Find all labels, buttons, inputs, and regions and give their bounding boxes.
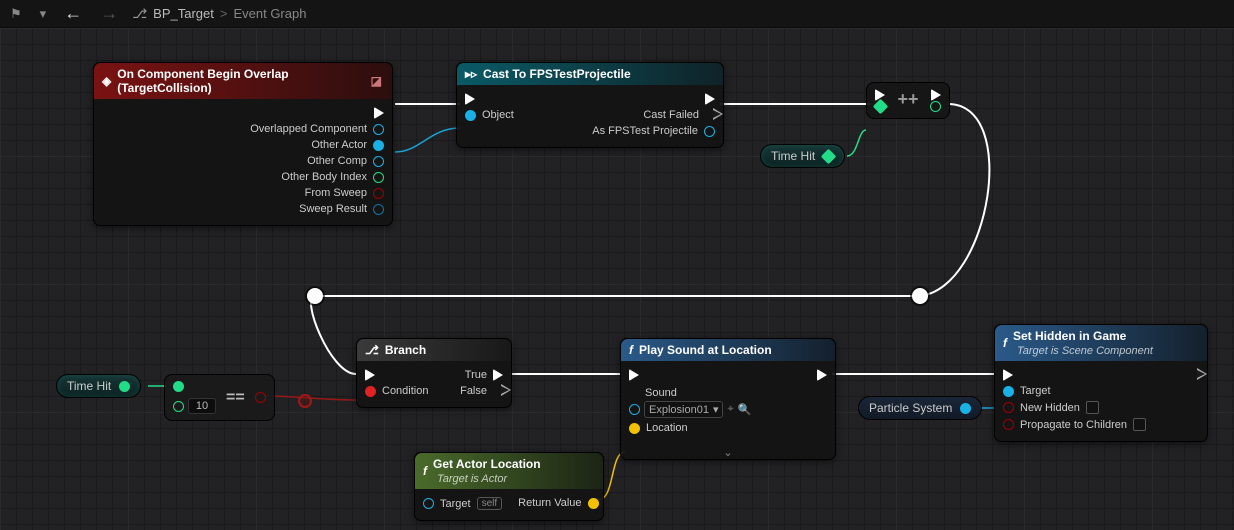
node-header[interactable]: f Set Hidden in Game Target is Scene Com… xyxy=(995,325,1207,361)
pin-int-out[interactable] xyxy=(928,101,943,112)
variable-time-hit-get[interactable]: Time Hit xyxy=(56,374,141,398)
function-icon: f xyxy=(1003,336,1007,350)
node-title: On Component Begin Overlap (TargetCollis… xyxy=(117,67,362,95)
pin-object-in[interactable]: Object xyxy=(457,107,522,123)
function-icon: f xyxy=(423,464,427,478)
node-header[interactable]: f Get Actor Location Target is Actor xyxy=(415,453,603,489)
back-button[interactable]: ← xyxy=(60,1,86,26)
variable-label: Time Hit xyxy=(67,379,111,393)
node-title: Branch xyxy=(385,343,426,357)
node-equals[interactable]: 10 == xyxy=(164,374,275,421)
pin-var-out[interactable] xyxy=(119,381,130,392)
pin-propagate[interactable]: Propagate to Children xyxy=(995,416,1154,433)
node-title: Set Hidden in Game xyxy=(1013,329,1126,343)
blueprint-icon: ⎇ xyxy=(132,6,147,22)
node-get-actor-location[interactable]: f Get Actor Location Target is Actor Tar… xyxy=(414,452,604,521)
pin-sound[interactable]: Sound Explosion01▾ ⌖ 🔍 xyxy=(621,383,759,420)
variable-label: Time Hit xyxy=(771,149,815,163)
pin-exec-out[interactable] xyxy=(1181,367,1207,383)
variable-label: Particle System xyxy=(869,401,952,415)
pin-new-hidden[interactable]: New Hidden xyxy=(995,399,1107,416)
event-icon: ◈ xyxy=(102,74,111,88)
pin-var-out[interactable] xyxy=(960,403,971,414)
pin-return-value[interactable]: Return Value xyxy=(510,495,606,511)
browse-icon[interactable]: ⌖ xyxy=(727,403,733,416)
search-icon[interactable]: 🔍 xyxy=(738,403,752,416)
pin-b[interactable] xyxy=(173,401,184,412)
node-cast[interactable]: ▸▹ Cast To FPSTestProjectile Object Cast… xyxy=(456,62,724,148)
equals-label: == xyxy=(226,389,245,407)
new-hidden-checkbox[interactable] xyxy=(1086,401,1099,414)
node-header[interactable]: ▸▹ Cast To FPSTestProjectile xyxy=(457,63,723,85)
pin-sweep-result[interactable]: Sweep Result xyxy=(291,201,392,217)
reroute-left[interactable] xyxy=(307,288,323,304)
variable-particle-system[interactable]: Particle System xyxy=(858,396,982,420)
breadcrumb-separator: > xyxy=(220,6,228,21)
pin-exec-out[interactable] xyxy=(929,89,943,101)
bookmark-dropdown-icon[interactable]: ▾ xyxy=(36,4,51,24)
pin-exec-out[interactable] xyxy=(809,367,835,383)
forward-button[interactable]: → xyxy=(96,1,122,26)
function-icon: f xyxy=(629,343,633,357)
breadcrumb: ⎇ BP_Target > Event Graph xyxy=(132,6,306,22)
pin-condition[interactable]: Condition xyxy=(357,383,436,399)
variable-time-hit-ref[interactable]: Time Hit xyxy=(760,144,845,168)
breadcrumb-graph[interactable]: Event Graph xyxy=(233,6,306,21)
node-header[interactable]: ◈ On Component Begin Overlap (TargetColl… xyxy=(94,63,392,99)
bookmark-icon[interactable]: ⚑ xyxy=(6,4,26,24)
pin-as-projectile[interactable]: As FPSTest Projectile xyxy=(584,123,723,139)
pin-target[interactable]: Target self xyxy=(415,495,510,512)
pin-exec-in[interactable] xyxy=(457,91,483,107)
pin-a[interactable] xyxy=(173,381,184,392)
node-set-hidden[interactable]: f Set Hidden in Game Target is Scene Com… xyxy=(994,324,1208,442)
node-subtitle: Target is Scene Component xyxy=(1017,345,1153,357)
node-branch[interactable]: ⎇ Branch Condition True False xyxy=(356,338,512,408)
node-header[interactable]: f Play Sound at Location xyxy=(621,339,835,361)
pin-exec-out[interactable] xyxy=(697,91,723,107)
pin-exec-in[interactable] xyxy=(621,367,647,383)
literal-input[interactable]: 10 xyxy=(188,398,216,414)
pin-result[interactable] xyxy=(255,392,266,403)
pin-false[interactable]: False xyxy=(452,383,511,399)
node-header[interactable]: ⎇ Branch xyxy=(357,339,511,361)
node-delegate-icon[interactable]: ◪ xyxy=(369,74,384,88)
pin-location[interactable]: Location xyxy=(621,420,696,436)
increment-label: ++ xyxy=(897,89,918,110)
pin-target[interactable]: Target xyxy=(995,383,1059,399)
cast-icon: ▸▹ xyxy=(465,67,477,81)
condition-reroute[interactable] xyxy=(298,394,312,408)
node-increment[interactable]: ++ xyxy=(866,82,950,119)
node-overlap-event[interactable]: ◈ On Component Begin Overlap (TargetColl… xyxy=(93,62,393,226)
pin-overlapped-component[interactable]: Overlapped Component xyxy=(242,121,392,137)
pin-other-actor[interactable]: Other Actor xyxy=(303,137,392,153)
node-title: Get Actor Location xyxy=(433,457,541,471)
propagate-checkbox[interactable] xyxy=(1133,418,1146,431)
pin-other-comp[interactable]: Other Comp xyxy=(299,153,392,169)
toolbar: ⚑ ▾ ← → ⎇ BP_Target > Event Graph xyxy=(0,0,1234,28)
pin-true[interactable]: True xyxy=(457,367,511,383)
pin-exec-out[interactable] xyxy=(366,105,392,121)
pin-exec-in[interactable] xyxy=(357,367,383,383)
pin-other-body-index[interactable]: Other Body Index xyxy=(273,169,392,185)
node-title: Cast To FPSTestProjectile xyxy=(483,67,631,81)
branch-icon: ⎇ xyxy=(365,343,379,357)
node-title: Play Sound at Location xyxy=(639,343,772,357)
pin-cast-failed[interactable]: Cast Failed xyxy=(635,107,723,123)
breadcrumb-blueprint[interactable]: BP_Target xyxy=(153,6,214,21)
node-play-sound[interactable]: f Play Sound at Location Sound Explosion… xyxy=(620,338,836,460)
sound-asset-picker[interactable]: Explosion01▾ xyxy=(644,401,723,418)
pin-int-in[interactable] xyxy=(873,101,888,112)
reroute-right[interactable] xyxy=(912,288,928,304)
pin-from-sweep[interactable]: From Sweep xyxy=(297,185,392,201)
pin-var-out[interactable] xyxy=(821,148,837,164)
expand-node-icon[interactable]: ⌄ xyxy=(621,444,835,459)
pin-exec-in[interactable] xyxy=(995,367,1021,383)
chevron-down-icon: ▾ xyxy=(713,403,719,416)
self-literal: self xyxy=(477,497,503,510)
graph-canvas[interactable]: ◈ On Component Begin Overlap (TargetColl… xyxy=(0,28,1234,530)
node-subtitle: Target is Actor xyxy=(437,473,507,485)
